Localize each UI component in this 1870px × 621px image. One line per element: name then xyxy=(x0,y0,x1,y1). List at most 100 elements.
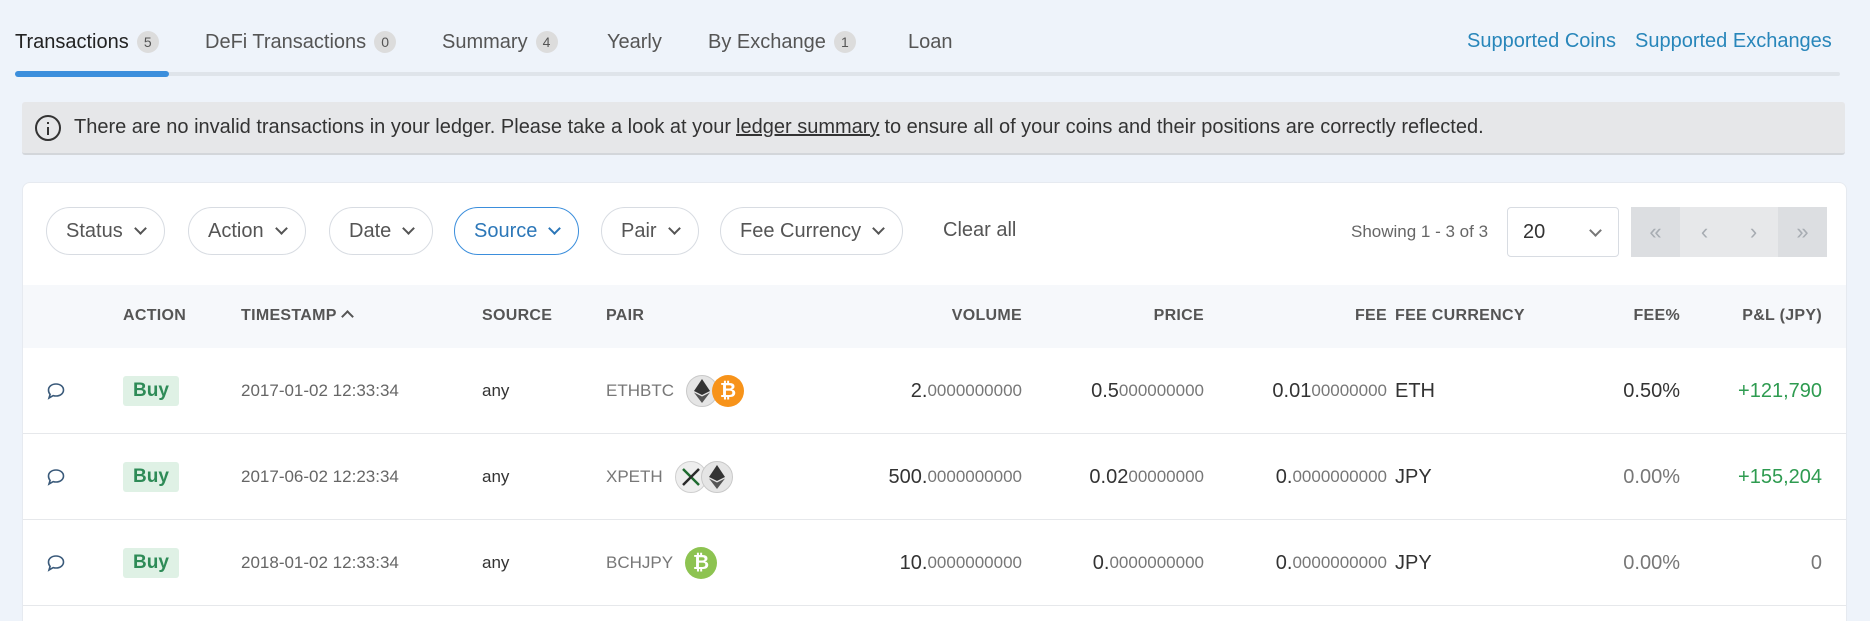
pagination-status: Showing 1 - 3 of 3 xyxy=(1351,222,1489,241)
price-dec: 00000000 xyxy=(1128,467,1204,486)
comment-icon[interactable] xyxy=(46,381,66,401)
tab-yearly[interactable]: Yearly xyxy=(607,28,662,56)
table-row: Buy 2018-01-02 12:33:34 any BCHJPY ₿ 10.… xyxy=(23,520,1846,606)
timestamp-cell: 2017-06-02 12:23:34 xyxy=(241,467,399,486)
tab-count-badge: 1 xyxy=(833,31,856,53)
tab-summary[interactable]: Summary 4 xyxy=(442,28,558,56)
chevron-down-icon xyxy=(402,222,416,235)
chevron-down-icon xyxy=(548,222,562,235)
header-price[interactable]: PRICE xyxy=(1154,307,1204,325)
header-fee[interactable]: FEE xyxy=(1355,307,1387,325)
tab-bar: Transactions 5 DeFi Transactions 0 Summa… xyxy=(15,0,1840,80)
filter-label: Fee Currency xyxy=(740,219,862,242)
price-cell: 0. 0000000000 xyxy=(1093,520,1204,606)
tab-count-badge: 5 xyxy=(136,31,159,53)
banner-text-before: There are no invalid transactions in you… xyxy=(74,116,732,138)
fee-int: 0. xyxy=(1275,465,1293,488)
volume-int: 10. xyxy=(899,551,928,574)
eth-icon xyxy=(700,461,733,493)
page-size-select[interactable]: 20 xyxy=(1507,207,1619,257)
pair-cell: BCHJPY xyxy=(606,553,674,572)
header-source[interactable]: SOURCE xyxy=(482,307,552,325)
fee-dec: 0000000000 xyxy=(1292,467,1387,486)
fee-currency-filter[interactable]: Fee Currency xyxy=(720,207,904,255)
chevron-down-icon xyxy=(872,222,886,235)
volume-dec: 0000000000 xyxy=(927,467,1022,486)
table-row: Buy 2017-01-02 12:33:34 any ETHBTC ₿ 2. 0… xyxy=(23,348,1846,434)
table-header: ACTION TIMESTAMP SOURCE PAIR VOLUME PRIC… xyxy=(23,285,1846,348)
prev-page-icon[interactable]: ‹ xyxy=(1680,207,1729,257)
fee-pct-cell: 0.00% xyxy=(1623,551,1680,574)
bch-icon: ₿ xyxy=(685,547,718,579)
header-fee-pct[interactable]: FEE% xyxy=(1633,307,1680,325)
fee-dec: 00000000 xyxy=(1311,381,1387,400)
filter-label: Pair xyxy=(621,219,657,242)
timestamp-cell: 2018-01-02 12:33:34 xyxy=(241,553,399,572)
tab-count-badge: 0 xyxy=(374,31,397,53)
header-timestamp-label: TIMESTAMP xyxy=(241,307,337,324)
tab-by-exchange[interactable]: By Exchange 1 xyxy=(708,28,856,56)
info-icon xyxy=(35,114,61,141)
fee-pct-cell: 0.50% xyxy=(1623,379,1680,402)
chevron-down-icon xyxy=(274,222,288,235)
volume-int: 500. xyxy=(888,465,928,488)
volume-cell: 10. 0000000000 xyxy=(900,520,1022,606)
tab-label: Summary xyxy=(442,30,528,53)
volume-dec: 0000000000 xyxy=(927,381,1022,400)
header-pnl[interactable]: P&L (JPY) xyxy=(1742,307,1822,325)
info-banner: There are no invalid transactions in you… xyxy=(22,102,1845,155)
tab-label: DeFi Transactions xyxy=(205,30,367,53)
btc-icon: ₿ xyxy=(712,375,744,407)
price-int: 0.02 xyxy=(1089,465,1129,488)
pair-cell: ETHBTC xyxy=(606,381,674,400)
action-badge: Buy xyxy=(123,462,179,492)
price-cell: 0.02 00000000 xyxy=(1089,434,1204,520)
volume-dec: 0000000000 xyxy=(927,553,1022,572)
header-action[interactable]: ACTION xyxy=(123,307,186,325)
action-badge: Buy xyxy=(123,548,179,578)
filter-label: Action xyxy=(208,219,264,242)
price-dec: 000000000 xyxy=(1118,381,1204,400)
ledger-summary-link[interactable]: ledger summary xyxy=(736,116,879,139)
banner-text-after: to ensure all of your coins and their po… xyxy=(884,116,1484,138)
header-fee-currency[interactable]: FEE CURRENCY xyxy=(1395,307,1525,325)
header-pair[interactable]: PAIR xyxy=(606,307,644,325)
sort-ascending-icon xyxy=(340,310,354,323)
comment-icon[interactable] xyxy=(46,467,66,487)
supported-exchanges-link[interactable]: Supported Exchanges xyxy=(1635,30,1832,53)
tab-loan[interactable]: Loan xyxy=(908,28,953,56)
tab-label: Yearly xyxy=(607,30,662,53)
tab-defi-transactions[interactable]: DeFi Transactions 0 xyxy=(205,28,397,56)
pagination-controls: « ‹ › » xyxy=(1631,207,1827,257)
comment-icon[interactable] xyxy=(46,553,66,573)
header-volume[interactable]: VOLUME xyxy=(952,307,1022,325)
pair-icons: ₿ xyxy=(685,547,718,579)
chevron-down-icon xyxy=(1589,224,1602,237)
filter-label: Date xyxy=(349,219,392,242)
pnl-cell: +121,790 xyxy=(1738,379,1822,402)
timestamp-cell: 2017-01-02 12:33:34 xyxy=(241,381,399,400)
source-cell: any xyxy=(482,467,510,486)
tab-underline-track xyxy=(15,72,1840,76)
source-filter[interactable]: Source xyxy=(454,207,580,255)
last-page-icon[interactable]: » xyxy=(1778,207,1827,257)
tab-label: By Exchange xyxy=(708,30,826,53)
next-page-icon[interactable]: › xyxy=(1729,207,1778,257)
pair-filter[interactable]: Pair xyxy=(601,207,699,255)
fee-currency-cell: JPY xyxy=(1395,551,1432,574)
first-page-icon[interactable]: « xyxy=(1631,207,1680,257)
status-filter[interactable]: Status xyxy=(46,207,165,255)
chevron-down-icon xyxy=(667,222,681,235)
fee-int: 0. xyxy=(1275,551,1293,574)
pnl-cell: +155,204 xyxy=(1738,465,1822,488)
tab-transactions[interactable]: Transactions 5 xyxy=(15,28,159,56)
source-cell: any xyxy=(482,553,510,572)
action-filter[interactable]: Action xyxy=(188,207,306,255)
header-timestamp[interactable]: TIMESTAMP xyxy=(241,307,354,325)
date-filter[interactable]: Date xyxy=(329,207,434,255)
clear-all-button[interactable]: Clear all xyxy=(943,219,1016,242)
tab-label: Transactions xyxy=(15,30,129,53)
volume-int: 2. xyxy=(910,379,928,402)
supported-coins-link[interactable]: Supported Coins xyxy=(1467,30,1616,53)
chevron-down-icon xyxy=(133,222,147,235)
